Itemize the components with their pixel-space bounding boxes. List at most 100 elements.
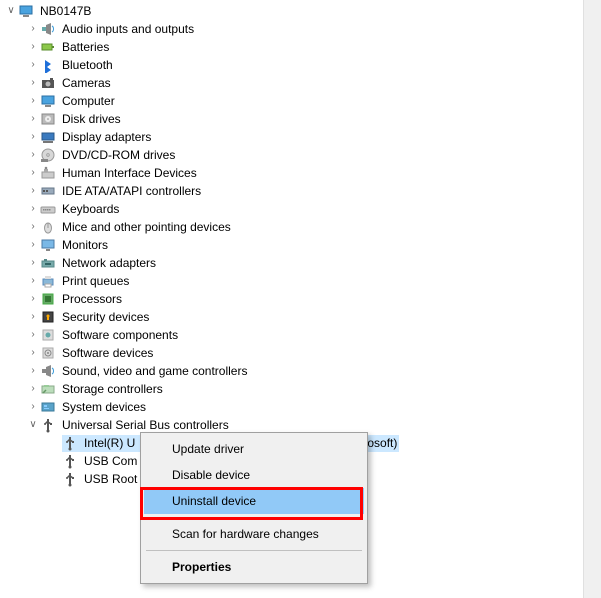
tree-category-storage[interactable]: › Storage controllers <box>0 380 584 398</box>
swdev-icon <box>40 345 56 361</box>
menu-item-update-driver[interactable]: Update driver <box>144 436 364 462</box>
printer-icon <box>40 273 56 289</box>
monitor2-icon <box>40 237 56 253</box>
tree-category-printqueues[interactable]: › Print queues <box>0 272 584 290</box>
computer-icon <box>18 3 34 19</box>
tree-item-label: Mice and other pointing devices <box>60 218 233 236</box>
expand-toggle[interactable]: › <box>26 200 40 218</box>
tree-category-dvd[interactable]: › DVD/CD-ROM drives <box>0 146 584 164</box>
expand-toggle[interactable]: › <box>26 110 40 128</box>
tree-category-system[interactable]: › System devices <box>0 398 584 416</box>
expand-toggle[interactable]: › <box>26 182 40 200</box>
tree-category-monitors[interactable]: ›Monitors <box>0 236 584 254</box>
menu-item-disable-device[interactable]: Disable device <box>144 462 364 488</box>
tree-category-bluetooth[interactable]: › Bluetooth <box>0 56 584 74</box>
security-icon <box>40 309 56 325</box>
scrollbar-vertical[interactable] <box>583 0 601 598</box>
expand-toggle[interactable]: › <box>26 398 40 416</box>
tree-item-label: Audio inputs and outputs <box>60 20 196 38</box>
expand-toggle[interactable]: › <box>26 380 40 398</box>
expand-toggle[interactable]: › <box>26 218 40 236</box>
expand-toggle[interactable]: › <box>26 56 40 74</box>
tree-item-label: Sound, video and game controllers <box>60 362 249 380</box>
display-adapter-icon <box>40 129 56 145</box>
tree-item-label: Disk drives <box>60 110 123 128</box>
expand-toggle[interactable]: › <box>26 20 40 38</box>
menu-item-properties[interactable]: Properties <box>144 554 364 580</box>
tree-item-label: Software devices <box>60 344 155 362</box>
hid-icon <box>40 165 56 181</box>
tree-category-processors[interactable]: › Processors <box>0 290 584 308</box>
tree-item-label-tail: osoft) <box>365 434 399 452</box>
expand-toggle[interactable]: › <box>26 164 40 182</box>
spacer: · <box>48 452 62 470</box>
expand-toggle[interactable]: › <box>26 362 40 380</box>
bluetooth-icon <box>40 57 56 73</box>
audio-icon <box>40 21 56 37</box>
expand-toggle[interactable]: › <box>26 92 40 110</box>
expand-toggle[interactable]: › <box>26 290 40 308</box>
tree-item-label: USB Com <box>82 452 139 470</box>
tree-category-displayadapters[interactable]: › Display adapters <box>0 128 584 146</box>
tree-item-label: Computer <box>60 92 117 110</box>
system-icon <box>40 399 56 415</box>
tree-category-security[interactable]: › Security devices <box>0 308 584 326</box>
tree-category-batteries[interactable]: › Batteries <box>0 38 584 56</box>
tree-item-label: Processors <box>60 290 124 308</box>
menu-separator <box>146 517 362 518</box>
expand-toggle[interactable]: ∨ <box>4 2 18 20</box>
expand-toggle[interactable]: › <box>26 326 40 344</box>
menu-item-scan-hw[interactable]: Scan for hardware changes <box>144 521 364 547</box>
tree-item-label: Network adapters <box>60 254 158 272</box>
spacer: · <box>48 470 62 488</box>
usb-icon <box>62 435 78 451</box>
tree-category-ide[interactable]: › IDE ATA/ATAPI controllers <box>0 182 584 200</box>
expand-toggle[interactable]: › <box>26 128 40 146</box>
tree-category-keyboards[interactable]: ›Keyboards <box>0 200 584 218</box>
usb-icon <box>62 471 78 487</box>
tree-item-label: Human Interface Devices <box>60 164 199 182</box>
tree-item-label: Print queues <box>60 272 131 290</box>
tree-item-label: Cameras <box>60 74 113 92</box>
tree-item-label: System devices <box>60 398 148 416</box>
tree-category-mice[interactable]: › Mice and other pointing devices <box>0 218 584 236</box>
menu-item-uninstall-device[interactable]: Uninstall device <box>144 488 364 514</box>
tree-item-label: Bluetooth <box>60 56 115 74</box>
spacer: · <box>48 434 62 452</box>
tree-category-hid[interactable]: › Human Interface Devices <box>0 164 584 182</box>
expand-toggle[interactable]: › <box>26 308 40 326</box>
collapse-toggle[interactable]: ∨ <box>26 416 40 434</box>
expand-toggle[interactable]: › <box>26 146 40 164</box>
tree-category-diskdrives[interactable]: › Disk drives <box>0 110 584 128</box>
tree-category-cameras[interactable]: › Cameras <box>0 74 584 92</box>
tree-item-label: IDE ATA/ATAPI controllers <box>60 182 203 200</box>
tree-item-label: Security devices <box>60 308 151 326</box>
tree-item-label: Display adapters <box>60 128 153 146</box>
tree-category-netadapters[interactable]: › Network adapters <box>0 254 584 272</box>
tree-category-sound[interactable]: › Sound, video and game controllers <box>0 362 584 380</box>
tree-item-label: Software components <box>60 326 180 344</box>
disk-icon <box>40 111 56 127</box>
battery-icon <box>40 39 56 55</box>
camera-icon <box>40 75 56 91</box>
storage-icon <box>40 381 56 397</box>
tree-category-audio[interactable]: › Audio inputs and outputs <box>0 20 584 38</box>
expand-toggle[interactable]: › <box>26 236 40 254</box>
expand-toggle[interactable]: › <box>26 254 40 272</box>
tree-category-swcomp[interactable]: › Software components <box>0 326 584 344</box>
tree-category-swdev[interactable]: › Software devices <box>0 344 584 362</box>
tree-category-computer[interactable]: › Computer <box>0 92 584 110</box>
expand-toggle[interactable]: › <box>26 344 40 362</box>
tree-item-label: Storage controllers <box>60 380 165 398</box>
ide-icon <box>40 183 56 199</box>
tree-root-row[interactable]: ∨ NB0147B <box>0 2 584 20</box>
net-icon <box>40 255 56 271</box>
expand-toggle[interactable]: › <box>26 74 40 92</box>
expand-toggle[interactable]: › <box>26 272 40 290</box>
menu-separator <box>146 550 362 551</box>
expand-toggle[interactable]: › <box>26 38 40 56</box>
tree-item-label: DVD/CD-ROM drives <box>60 146 177 164</box>
tree-item-label: Batteries <box>60 38 111 56</box>
sound-icon <box>40 363 56 379</box>
usb-icon <box>40 417 56 433</box>
